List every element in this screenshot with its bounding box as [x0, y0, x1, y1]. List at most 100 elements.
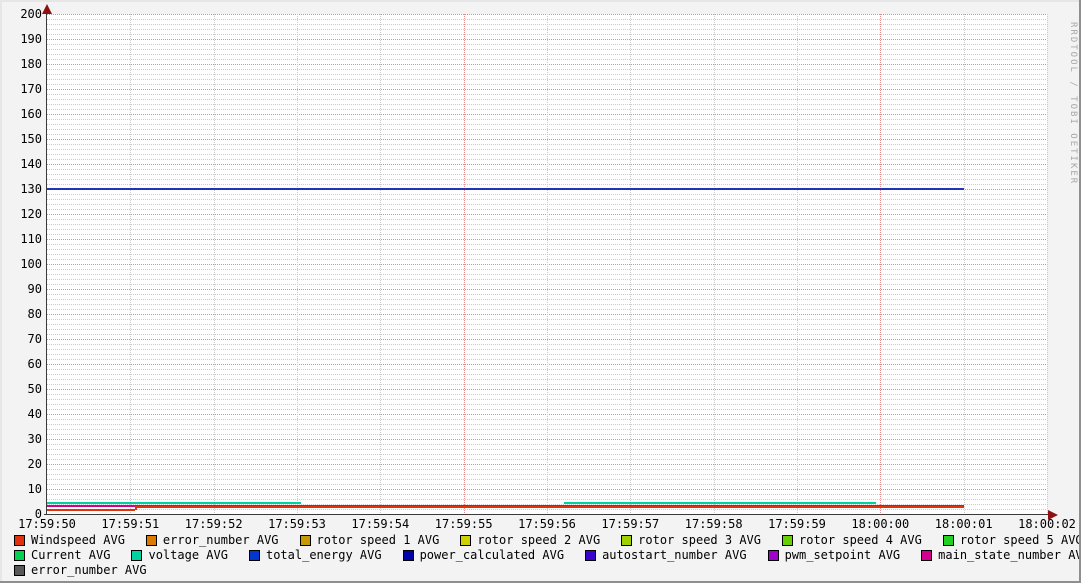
legend-color-swatch: [585, 549, 597, 561]
y-tick-label: 50: [27, 382, 42, 396]
y-tick-label: 130: [20, 182, 42, 196]
legend-label: voltage AVG: [148, 548, 228, 562]
legend-label: power_calculated AVG: [419, 548, 565, 562]
y-tick-label: 40: [27, 407, 42, 421]
rrdtool-watermark: RRDTOOL / TOBI OETIKER: [1068, 22, 1078, 186]
y-tick-label: 170: [20, 82, 42, 96]
legend-color-swatch: [299, 534, 311, 546]
legend-label: autostart_number AVG: [602, 548, 747, 562]
legend-label: main_state_number AVG: [938, 548, 1081, 562]
legend-row: error_number AVG: [14, 563, 147, 577]
y-axis-arrow-icon: [42, 4, 52, 14]
y-tick-label: 20: [27, 457, 42, 471]
legend-label: Windspeed AVG: [31, 533, 125, 547]
legend-color-swatch: [248, 549, 260, 561]
legend-item: pwm_setpoint AVG: [767, 548, 901, 562]
minor-vgrid: [380, 14, 382, 514]
legend-color-swatch: [145, 534, 157, 546]
series-line-windspeed-avg: [47, 508, 135, 511]
legend-item: error_number AVG: [14, 563, 147, 577]
y-tick-label: 10: [27, 482, 42, 496]
legend-color-swatch: [767, 549, 779, 561]
legend-item: rotor speed 4 AVG: [782, 533, 922, 547]
x-tick-label: 17:59:50: [18, 517, 76, 531]
legend-label: rotor speed 5 AVG: [959, 533, 1081, 547]
legend-color-swatch: [14, 549, 25, 561]
x-axis: [44, 514, 1050, 515]
legend-label: Current AVG: [31, 548, 111, 562]
minor-vgrid: [130, 14, 132, 514]
series-line-total_energy-avg: [47, 188, 964, 190]
legend-label: error_number AVG: [31, 563, 147, 577]
x-tick-label: 17:59:58: [684, 517, 743, 531]
y-tick-label: 100: [20, 257, 42, 271]
x-tick-label: 17:59:59: [768, 517, 826, 531]
minor-vgrid: [547, 14, 548, 514]
y-tick-label: 70: [27, 332, 42, 346]
minor-vgrid: [297, 14, 298, 514]
legend-item: autostart_number AVG: [585, 548, 747, 562]
x-tick-label: 17:59:51: [101, 517, 160, 531]
x-axis-arrow-icon: [1048, 510, 1058, 520]
y-tick-label: 180: [20, 57, 42, 71]
legend-label: rotor speed 2 AVG: [477, 533, 601, 547]
legend-item: power_calculated AVG: [402, 548, 565, 562]
minor-vgrid: [963, 14, 965, 514]
legend-item: rotor speed 5 AVG: [942, 533, 1081, 547]
y-tick-label: 150: [20, 132, 42, 146]
legend-row: Current AVG voltage AVG total_energy AVG po…: [14, 548, 1081, 562]
x-tick-label: 17:59:53: [268, 517, 326, 531]
legend-color-swatch: [782, 534, 793, 546]
legend-color-swatch: [921, 549, 933, 561]
y-tick-label: 200: [20, 7, 42, 21]
legend-label: total_energy AVG: [265, 548, 382, 562]
legend-label: rotor speed 4 AVG: [799, 533, 922, 547]
legend-label: error_number AVG: [162, 533, 279, 547]
major-vgrid: [463, 14, 465, 514]
minor-vgrid: [713, 14, 715, 514]
plot-area: [47, 14, 1048, 514]
x-tick-label: 17:59:54: [351, 517, 410, 531]
minor-vgrid: [1047, 14, 1048, 514]
x-tick-label: 17:59:52: [184, 517, 243, 531]
rrd-graph: 0 10 20 30 40 50 60 70 80 90 100 110 120 130 140 150 160…: [0, 0, 1081, 583]
x-tick-label: 17:59:56: [518, 517, 576, 531]
legend-label: rotor speed 1 AVG: [316, 533, 440, 547]
legend-item: total_energy AVG: [248, 548, 382, 562]
y-tick-label: 60: [27, 357, 42, 371]
bevel-left: [0, 0, 2, 583]
legend-item: Windspeed AVG: [14, 533, 125, 547]
y-tick-label: 140: [20, 157, 42, 171]
x-tick-label: 18:00:02: [1018, 517, 1076, 531]
legend-item: rotor speed 2 AVG: [460, 533, 600, 547]
series-line-windspeed-avg: [134, 506, 964, 508]
legend-item: main_state_number AVG: [921, 548, 1081, 562]
legend-color-swatch: [460, 534, 472, 546]
bevel-top: [0, 0, 1081, 2]
legend-row: Windspeed AVG error_number AVG rotor speed…: [14, 533, 1081, 547]
x-tick-label: 17:59:55: [434, 517, 493, 531]
y-tick-label: 160: [20, 107, 42, 121]
legend-item: Current AVG: [14, 548, 110, 562]
legend-label: rotor speed 3 AVG: [638, 533, 761, 547]
minor-vgrid: [797, 14, 798, 514]
minor-vgrid: [213, 14, 215, 514]
legend-label: pwm_setpoint AVG: [784, 548, 901, 562]
y-tick-label: 90: [27, 282, 42, 296]
legend-item: voltage AVG: [131, 548, 228, 562]
legend-color-swatch: [621, 534, 633, 546]
x-tick-label: 18:00:00: [851, 517, 910, 531]
legend-color-swatch: [942, 534, 954, 546]
y-tick-label: 190: [20, 32, 42, 46]
y-tick-label: 110: [20, 232, 42, 246]
legend-color-swatch: [14, 564, 25, 576]
legend-color-swatch: [131, 549, 143, 561]
legend-item: error_number AVG: [145, 533, 279, 547]
legend-item: rotor speed 3 AVG: [621, 533, 761, 547]
y-axis: [46, 7, 47, 514]
legend-color-swatch: [14, 534, 25, 546]
legend-item: rotor speed 1 AVG: [299, 533, 440, 547]
y-tick-label: 120: [20, 207, 42, 221]
x-tick-label: 17:59:57: [601, 517, 660, 531]
y-tick-label: 80: [27, 307, 42, 321]
